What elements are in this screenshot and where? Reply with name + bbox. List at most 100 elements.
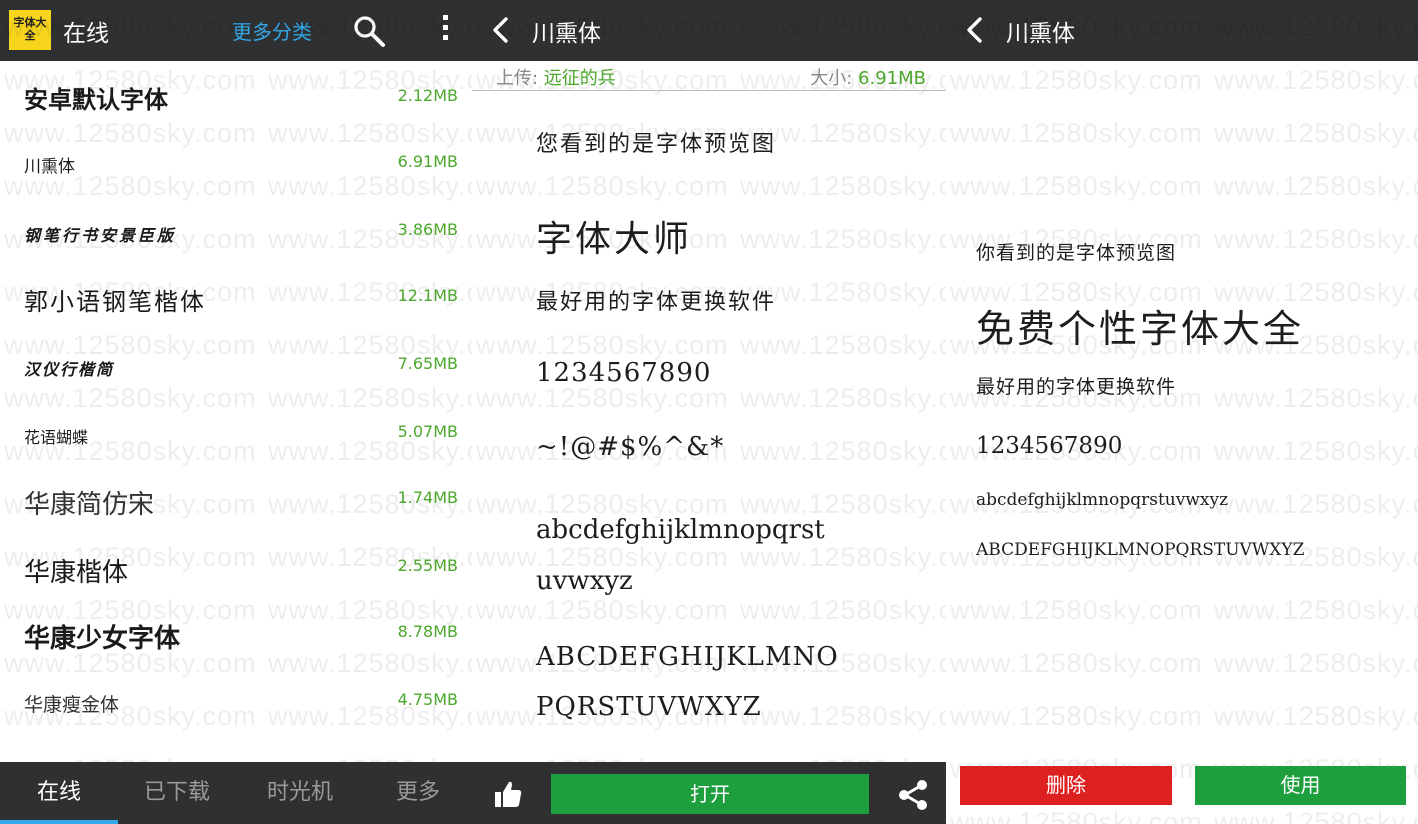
- watermark-text: www.12580sky.com: [950, 171, 1203, 201]
- preview-line: 免费个性字体大全: [976, 307, 1305, 351]
- list-app-bar: 字体大全 在线 更多分类: [0, 0, 472, 61]
- app-logo: 字体大全: [9, 10, 51, 50]
- detail-action-bar: 打开: [472, 762, 946, 824]
- font-list-screen: www.12580sky.comwww.12580sky.comwww.1258…: [0, 0, 472, 824]
- font-size: 2.12MB: [397, 86, 458, 105]
- font-name: 华康楷体: [24, 558, 129, 588]
- preview-line: abcdefghijklmnopqrst: [536, 515, 825, 545]
- watermark-text: www.12580sky.com: [1214, 383, 1418, 413]
- list-item[interactable]: 安卓默认字体 2.12MB: [0, 62, 472, 128]
- list-item[interactable]: 钢笔行书安景臣版 3.86MB: [0, 196, 472, 262]
- tab-online[interactable]: 在线: [0, 762, 118, 824]
- watermark-text: www.12580sky.com: [1214, 701, 1418, 731]
- font-name: 安卓默认字体: [24, 86, 168, 114]
- thumbs-up-icon[interactable]: [492, 778, 524, 810]
- watermark-text: www.12580sky.com: [740, 436, 946, 466]
- preview-line: ABCDEFGHIJKLMNOPQRSTUVWXYZ: [976, 540, 1305, 560]
- font-name: 郭小语钢笔楷体: [24, 288, 206, 316]
- size-value: 6.91MB: [858, 68, 926, 89]
- font-size: 7.65MB: [397, 354, 458, 373]
- preview-line: 字体大师: [536, 219, 693, 260]
- page-title: 川熏体: [532, 21, 601, 47]
- watermark-text: www.12580sky.com: [950, 807, 1203, 824]
- back-chevron-icon[interactable]: [490, 16, 510, 44]
- font-name: 花语蝴蝶: [24, 428, 89, 447]
- font-size: 2.55MB: [397, 556, 458, 575]
- watermark-text: www.12580sky.com: [1214, 648, 1418, 678]
- watermark-text: www.12580sky.com: [1214, 65, 1418, 95]
- font-size: 12.1MB: [397, 286, 458, 305]
- more-categories-button[interactable]: 更多分类: [232, 16, 312, 45]
- overflow-menu-icon[interactable]: [440, 15, 450, 47]
- detail-app-bar: 川熏体: [472, 0, 946, 61]
- preview-line: ABCDEFGHIJKLMNO: [536, 642, 839, 672]
- watermark-text: www.12580sky.com: [950, 595, 1203, 625]
- font-size: 6.91MB: [397, 152, 458, 171]
- search-icon[interactable]: [352, 14, 386, 48]
- page-title: 在线: [63, 21, 109, 47]
- font-name: 华康简仿宋: [24, 490, 155, 520]
- font-size: 3.86MB: [397, 220, 458, 239]
- watermark-text: www.12580sky.com: [1214, 595, 1418, 625]
- preview-line: 最好用的字体更换软件: [976, 376, 1177, 398]
- tab-downloaded[interactable]: 已下载: [118, 762, 236, 824]
- watermark-text: www.12580sky.com: [950, 701, 1203, 731]
- watermark-text: www.12580sky.com: [740, 595, 946, 625]
- watermark-text: www.12580sky.com: [1214, 118, 1418, 148]
- list-item[interactable]: 郭小语钢笔楷体 12.1MB: [0, 262, 472, 328]
- watermark-text: www.12580sky.com: [740, 330, 946, 360]
- watermark-text: www.12580sky.com: [740, 542, 946, 572]
- preview-line: abcdefghijklmnopqrstuvwxyz: [976, 490, 1229, 510]
- font-name: 川熏体: [24, 157, 75, 177]
- share-icon[interactable]: [896, 778, 930, 812]
- use-button[interactable]: 使用: [1195, 766, 1406, 805]
- font-meta: 上传: 远征的兵 大小: 6.91MB: [496, 64, 926, 92]
- watermark-text: www.12580sky.com: [950, 65, 1203, 95]
- list-item[interactable]: 华康楷体 2.55MB: [0, 532, 472, 598]
- divider: [472, 90, 946, 91]
- watermark-text: www.12580sky.com: [740, 171, 946, 201]
- font-size: 8.78MB: [397, 622, 458, 641]
- watermark-text: www.12580sky.com: [476, 171, 729, 201]
- list-item[interactable]: 川熏体 6.91MB: [0, 128, 472, 194]
- font-name: 汉仪行楷简: [24, 360, 115, 379]
- watermark-text: www.12580sky.com: [740, 383, 946, 413]
- watermark-text: www.12580sky.com: [1214, 171, 1418, 201]
- font-size: 4.75MB: [397, 690, 458, 709]
- list-item[interactable]: 汉仪行楷简 7.65MB: [0, 330, 472, 396]
- list-item[interactable]: 华康少女字体 8.78MB: [0, 598, 472, 664]
- tab-time-machine[interactable]: 时光机: [236, 762, 364, 824]
- font-name: 华康少女字体: [24, 624, 181, 654]
- installed-app-bar: 川熏体: [946, 0, 1418, 61]
- watermark-text: www.12580sky.com: [740, 701, 946, 731]
- font-size: 1.74MB: [397, 488, 458, 507]
- list-item[interactable]: 华康简仿宋 1.74MB: [0, 464, 472, 530]
- font-name: 华康瘦金体: [24, 694, 120, 716]
- active-tab-indicator: [0, 820, 118, 824]
- preview-line: 最好用的字体更换软件: [536, 290, 777, 315]
- size-info: 大小: 6.91MB: [810, 64, 926, 90]
- back-chevron-icon[interactable]: [964, 16, 984, 44]
- tab-more[interactable]: 更多: [364, 762, 472, 824]
- preview-line: 您看到的是字体预览图: [536, 132, 777, 157]
- font-size: 5.07MB: [397, 422, 458, 441]
- watermark-text: www.12580sky.com: [476, 330, 729, 360]
- delete-button[interactable]: 删除: [960, 766, 1172, 805]
- list-item[interactable]: 华康瘦金体 4.75MB: [0, 666, 472, 732]
- list-item[interactable]: 花语蝴蝶 5.07MB: [0, 398, 472, 464]
- font-detail-screen: www.12580sky.com www.12580sky.com www.1258…: [472, 0, 946, 824]
- preview-line: 1234567890: [536, 358, 712, 388]
- upload-label: 上传:: [496, 68, 544, 89]
- preview-line: ~!@#$%^&*: [536, 432, 725, 462]
- uploader-info: 上传: 远征的兵: [496, 64, 616, 90]
- open-button[interactable]: 打开: [551, 774, 869, 814]
- watermark-text: www.12580sky.com: [1214, 489, 1418, 519]
- watermark-layer: www.12580sky.com www.12580sky.com www.1258…: [946, 0, 1418, 824]
- watermark-text: www.12580sky.com: [1214, 436, 1418, 466]
- preview-line: 1234567890: [976, 433, 1123, 459]
- watermark-text: www.12580sky.com: [740, 224, 946, 254]
- preview-line: PQRSTUVWXYZ: [536, 692, 762, 722]
- watermark-text: www.12580sky.com: [1214, 807, 1418, 824]
- watermark-text: www.12580sky.com: [950, 648, 1203, 678]
- font-list: 安卓默认字体 2.12MB 川熏体 6.91MB 钢笔行书安景臣版 3.86MB…: [0, 62, 472, 762]
